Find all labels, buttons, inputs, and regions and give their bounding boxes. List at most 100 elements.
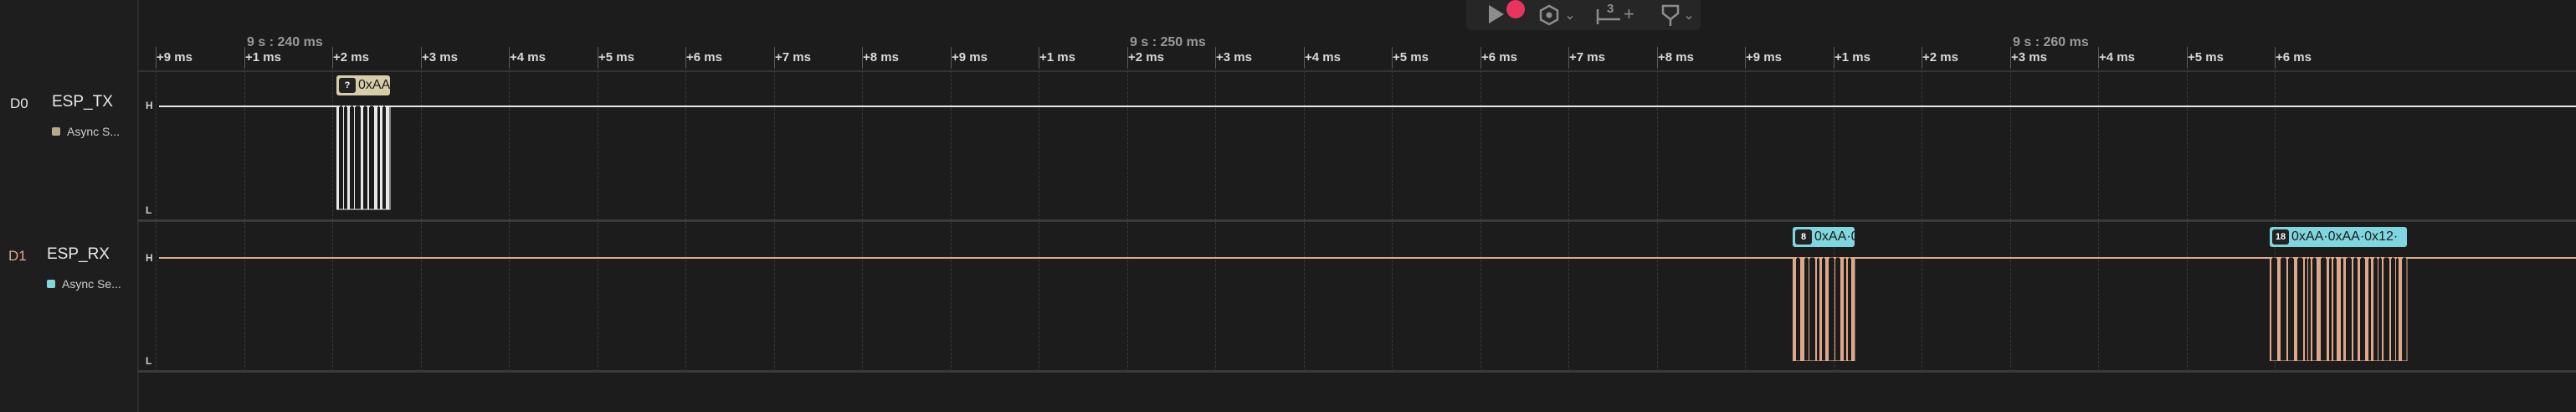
- time-ruler-label: +4 ms: [510, 50, 546, 64]
- signal-pulse: [2358, 257, 2360, 361]
- signal-pulse: [1851, 257, 1855, 361]
- chevron-down-icon[interactable]: ⌄: [1682, 5, 1696, 25]
- signal-pulse: [2309, 257, 2310, 361]
- time-ruler-tick: [2275, 47, 2276, 69]
- frame-badge: 8: [1795, 229, 1812, 245]
- signal-pulse: [2277, 257, 2281, 361]
- signal-pulse: [1800, 257, 1804, 361]
- high-level-label: H: [146, 252, 153, 264]
- marker-icon[interactable]: [1659, 3, 1682, 27]
- time-ruler-tick: [2098, 47, 2099, 69]
- time-ruler-tick: [685, 47, 686, 69]
- signal-pulse: [356, 106, 360, 209]
- time-ruler-tick: [332, 47, 333, 69]
- high-level-label: H: [146, 100, 153, 111]
- time-ruler-label: +9 ms: [157, 50, 192, 64]
- signal-pulse: [2399, 257, 2402, 361]
- low-level-label: L: [146, 355, 152, 367]
- signal-pulse: [1846, 257, 1848, 361]
- play-icon[interactable]: [1483, 2, 1508, 27]
- signal-pulse: [2374, 257, 2377, 361]
- signal-pulse: [345, 106, 346, 209]
- chevron-down-icon[interactable]: ⌄: [1563, 5, 1577, 25]
- time-ruler-tick: [156, 47, 157, 69]
- frame-value: 0xAA: [358, 78, 390, 92]
- signal-pulse: [1815, 257, 1817, 361]
- time-ruler-tick: [1745, 47, 1746, 69]
- low-level-label: L: [146, 204, 152, 216]
- signal-pulse: [2322, 257, 2326, 361]
- time-ruler-label: +2 ms: [1922, 50, 1958, 64]
- frame-badge: ?: [339, 78, 356, 93]
- signal-pulse: [2342, 257, 2343, 361]
- signal-pulse: [1819, 257, 1822, 361]
- d1-data-burst: [1793, 257, 1855, 361]
- analyzer-label[interactable]: Async S...: [67, 125, 120, 138]
- time-ruler-label: +5 ms: [2188, 50, 2224, 64]
- time-ruler-label: +2 ms: [1128, 50, 1164, 64]
- signal-pulse: [2298, 257, 2302, 361]
- signal-pulse: [1829, 257, 1834, 361]
- signal-pulse: [2306, 257, 2307, 361]
- time-ruler-label: +5 ms: [1393, 50, 1429, 64]
- signal-pulse: [2397, 257, 2398, 361]
- signal-pulse: [2311, 257, 2312, 361]
- time-ruler-tick: [509, 47, 510, 69]
- signal-pulse: [2382, 257, 2384, 361]
- signal-pulse: [2294, 257, 2297, 361]
- signal-pulse: [2384, 257, 2389, 361]
- time-ruler-label: +4 ms: [2099, 50, 2135, 64]
- time-ruler-major-label: 9 s : 250 ms: [1130, 35, 1206, 49]
- signal-pulse: [1840, 257, 1844, 361]
- d1-waveform-high: [159, 257, 2576, 259]
- add-measure-plus[interactable]: +: [1624, 3, 1634, 25]
- channel-number: D1: [8, 248, 27, 264]
- signal-pulse: [1823, 257, 1824, 361]
- record-icon[interactable]: [1506, 0, 1525, 18]
- frame-badge: 18: [2272, 229, 2289, 245]
- time-ruler-tick: [1480, 47, 1481, 69]
- signal-pulse: [1797, 257, 1799, 361]
- signal-pulse: [2289, 257, 2293, 361]
- time-ruler-label: +2 ms: [333, 50, 369, 64]
- analyzer-color-swatch: [52, 127, 60, 136]
- d1-decoded-frame[interactable]: 18 0xAA·0xAA·0x12·: [2270, 227, 2407, 247]
- channel-name[interactable]: ESP_RX: [47, 245, 110, 264]
- signal-pulse: [1805, 257, 1808, 361]
- time-ruler-label: +3 ms: [1216, 50, 1252, 64]
- analyzer-color-swatch: [47, 280, 55, 288]
- frame-value: 0xAA·0xAA·0x12·: [2291, 229, 2399, 244]
- measure-count: 3: [1607, 2, 1614, 16]
- d1-decoded-frame[interactable]: 8 0xAA·0: [1793, 227, 1855, 247]
- signal-pulse: [351, 106, 353, 209]
- time-ruler-tick: [1215, 47, 1216, 69]
- time-ruler-label: +5 ms: [598, 50, 634, 64]
- time-ruler-tick: [1657, 47, 1658, 69]
- signal-pulse: [380, 106, 382, 209]
- channel-separator: [137, 370, 2576, 373]
- signal-pulse: [367, 106, 369, 209]
- signal-pulse: [361, 106, 363, 209]
- time-ruler-tick: [1568, 47, 1569, 69]
- time-ruler-label: +4 ms: [1305, 50, 1341, 64]
- signal-pulse: [364, 106, 367, 209]
- time-ruler-tick: [951, 47, 952, 69]
- signal-pulse: [1849, 257, 1850, 361]
- signal-pulse: [2303, 257, 2305, 361]
- d0-decoded-frame[interactable]: ? 0xAA: [336, 75, 390, 95]
- time-ruler-major-label: 9 s : 260 ms: [2013, 35, 2089, 49]
- analyzer-label[interactable]: Async Se...: [62, 277, 121, 291]
- signal-pulse: [2307, 257, 2308, 361]
- signal-pulse: [347, 106, 350, 209]
- signal-pulse: [2392, 257, 2394, 361]
- signal-pulse: [2371, 257, 2373, 361]
- channel-name[interactable]: ESP_TX: [52, 93, 113, 111]
- trigger-icon[interactable]: [1537, 3, 1562, 27]
- signal-pulse: [370, 106, 373, 209]
- signal-pulse: [1836, 257, 1840, 361]
- signal-pulse: [2330, 257, 2331, 361]
- time-ruler-label: +3 ms: [422, 50, 458, 64]
- time-ruler-tick: [2010, 47, 2011, 69]
- time-ruler-label: +8 ms: [863, 50, 899, 64]
- signal-pulse: [2347, 257, 2351, 361]
